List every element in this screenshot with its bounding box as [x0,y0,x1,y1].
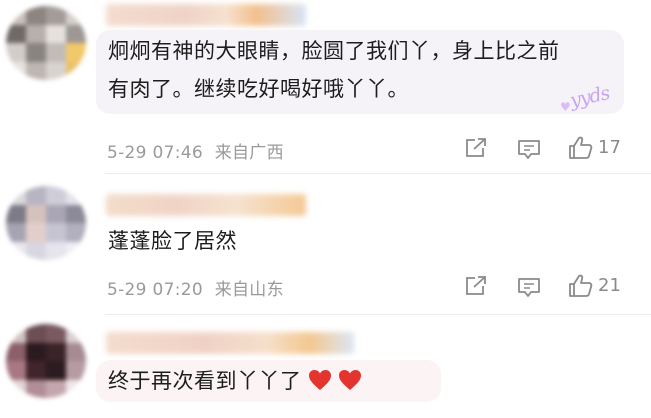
thumbs-up-icon [569,274,593,297]
comment-button[interactable] [516,276,542,298]
comment-time: 5-29 07:46 [107,143,203,163]
like-button[interactable]: 21 [568,273,621,298]
comment-meta: 5-29 07:46 来自广西 [107,138,284,163]
sticker-heart-icon: ♥ [560,100,571,114]
username-blurred[interactable] [106,332,354,354]
like-count: 21 [598,275,621,296]
comment-item: 蓬蓬脸了居然 5-29 07:20 来自山东 21 [0,176,651,312]
comment-item: 终于再次看到丫丫了 [0,318,651,418]
comment-text: 炯炯有神的大眼睛，脸圆了我们丫，身上比之前 有肉了。继续吃好喝好哦丫丫。 [108,39,560,101]
share-button[interactable] [464,137,488,159]
username-blurred[interactable] [106,4,306,26]
comment-text: 终于再次看到丫丫了 [108,362,362,400]
comment-icon [518,278,540,297]
heart-icon [308,370,331,390]
heart-icon [338,370,361,390]
comment-item: 炯炯有神的大眼睛，脸圆了我们丫，身上比之前 有肉了。继续吃好喝好哦丫丫。 ♥ y… [0,0,651,170]
comment-icon [518,140,540,159]
avatar[interactable] [6,6,86,80]
thumbs-up-icon [569,136,593,159]
share-button[interactable] [464,275,488,297]
like-count: 17 [598,137,621,158]
divider [105,314,651,315]
username-blurred[interactable] [106,194,306,216]
like-button[interactable]: 17 [568,135,621,160]
comment-location: 来自山东 [214,280,284,300]
comment-location: 来自广西 [214,143,284,163]
share-icon [466,276,486,295]
share-icon [466,138,486,157]
comment-meta: 5-29 07:20 来自山东 [107,275,284,300]
comment-time: 5-29 07:20 [107,280,203,300]
avatar[interactable] [6,186,86,260]
avatar[interactable] [6,324,86,398]
comment-button[interactable] [516,138,542,160]
divider [105,173,651,174]
comment-text: 蓬蓬脸了居然 [108,229,237,253]
